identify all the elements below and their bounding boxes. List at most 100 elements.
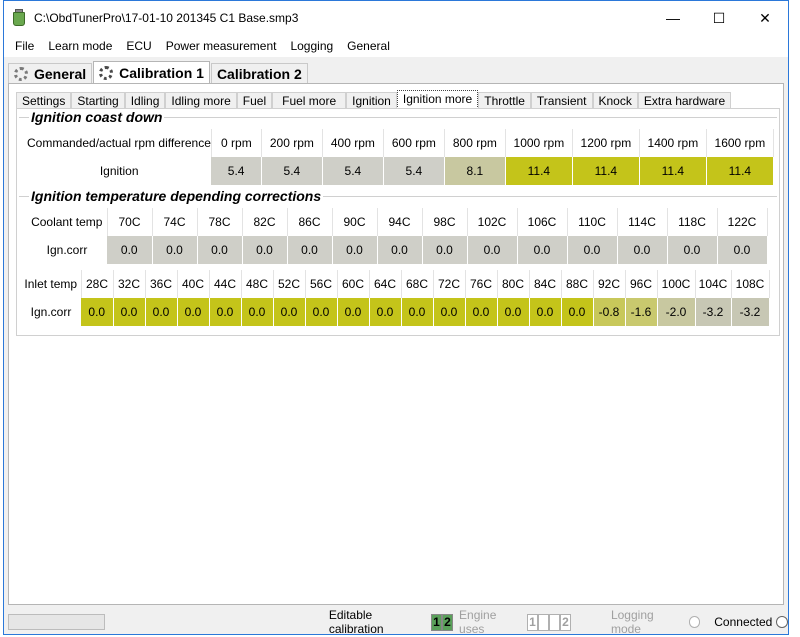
coolant-cell[interactable]: 0.0 — [617, 236, 668, 264]
coast-cell[interactable]: 11.4 — [639, 157, 707, 185]
subtab-starting[interactable]: Starting — [71, 92, 125, 109]
connected-radio[interactable] — [776, 616, 788, 628]
calibration-panel: Settings Starting Idling Idling more Fue… — [8, 83, 784, 605]
coast-value-row: Ignition 5.4 5.4 5.4 5.4 8.1 11.4 11.4 1… — [27, 157, 774, 185]
subtab-idling[interactable]: Idling — [124, 92, 166, 109]
engine-uses-indicator: 1 2 — [526, 613, 571, 631]
subtab-idling-more[interactable]: Idling more — [165, 92, 237, 109]
gear-icon — [99, 66, 114, 80]
subtab-throttle[interactable]: Throttle — [478, 92, 531, 109]
tab-calibration-2[interactable]: Calibration 2 — [210, 63, 308, 83]
inlet-cell[interactable]: 0.0 — [337, 298, 370, 326]
inlet-col-header: 80C — [497, 270, 530, 298]
subtab-fuel-more[interactable]: Fuel more — [272, 92, 347, 109]
inlet-col-header: 40C — [177, 270, 210, 298]
coolant-cell[interactable]: 0.0 — [332, 236, 378, 264]
coast-cell[interactable]: 11.4 — [706, 157, 774, 185]
inlet-cell[interactable]: -3.2 — [731, 298, 770, 326]
inlet-cell[interactable]: 0.0 — [465, 298, 498, 326]
engine-uses-label: Engine uses — [459, 608, 497, 636]
coast-cell[interactable]: 5.4 — [261, 157, 323, 185]
gear-icon — [14, 66, 28, 81]
inlet-cell[interactable]: -3.2 — [695, 298, 732, 326]
inlet-cell[interactable]: 0.0 — [401, 298, 434, 326]
inlet-cell[interactable]: -2.0 — [657, 298, 696, 326]
coast-cell[interactable]: 11.4 — [572, 157, 640, 185]
menu-learn-mode[interactable]: Learn mode — [41, 39, 119, 53]
inlet-cell[interactable]: 0.0 — [177, 298, 210, 326]
inlet-cell[interactable]: 0.0 — [369, 298, 402, 326]
inlet-cell[interactable]: 0.0 — [145, 298, 178, 326]
inlet-cell[interactable]: 0.0 — [433, 298, 466, 326]
logging-mode-radio[interactable] — [688, 616, 701, 628]
coolant-col-header: 94C — [377, 208, 423, 236]
menu-general[interactable]: General — [340, 39, 397, 53]
coast-cell[interactable]: 5.4 — [322, 157, 384, 185]
inlet-cell[interactable]: 0.0 — [529, 298, 562, 326]
coast-cell[interactable]: 5.4 — [383, 157, 445, 185]
inlet-cell[interactable]: -0.8 — [593, 298, 626, 326]
subtab-transient[interactable]: Transient — [530, 92, 593, 109]
subtab-extra-hardware[interactable]: Extra hardware — [637, 92, 732, 109]
tab-calibration-1[interactable]: Calibration 1 — [93, 61, 210, 84]
coast-col-header: 800 rpm — [444, 129, 506, 157]
menu-logging[interactable]: Logging — [283, 39, 340, 53]
inlet-cell[interactable]: 0.0 — [113, 298, 146, 326]
inlet-col-header: 56C — [305, 270, 338, 298]
inlet-cell[interactable]: 0.0 — [209, 298, 242, 326]
coolant-cell[interactable]: 0.0 — [567, 236, 618, 264]
tab-calibration-2-label: Calibration 2 — [216, 65, 302, 82]
inlet-cell[interactable]: 0.0 — [273, 298, 306, 326]
inlet-col-header: 108C — [731, 270, 770, 298]
minimize-icon[interactable]: — — [650, 1, 696, 35]
inlet-cell[interactable]: 0.0 — [241, 298, 274, 326]
coast-col-header: 600 rpm — [383, 129, 445, 157]
menu-ecu[interactable]: ECU — [119, 39, 158, 53]
inlet-cell[interactable]: -1.6 — [625, 298, 658, 326]
inlet-cell[interactable]: 0.0 — [305, 298, 338, 326]
inlet-cell[interactable]: 0.0 — [81, 298, 114, 326]
coolant-cell[interactable]: 0.0 — [517, 236, 568, 264]
coolant-cell[interactable]: 0.0 — [287, 236, 333, 264]
coolant-col-header: 74C — [152, 208, 198, 236]
inlet-cell[interactable]: 0.0 — [561, 298, 594, 326]
editable-calibration-indicator: 1 2 — [431, 613, 454, 631]
coast-col-header: 1400 rpm — [639, 129, 707, 157]
coolant-cell[interactable]: 0.0 — [377, 236, 423, 264]
coolant-col-header: 106C — [517, 208, 568, 236]
coolant-cell[interactable]: 0.0 — [422, 236, 468, 264]
menu-power-measurement[interactable]: Power measurement — [159, 39, 284, 53]
coolant-cell[interactable]: 0.0 — [667, 236, 718, 264]
maximize-icon[interactable]: ☐ — [696, 1, 742, 35]
close-icon[interactable]: ✕ — [742, 1, 788, 35]
subtab-ignition-more[interactable]: Ignition more — [396, 90, 479, 109]
inlet-cell[interactable]: 0.0 — [497, 298, 530, 326]
coolant-cell[interactable]: 0.0 — [467, 236, 518, 264]
connected-label: Connected — [714, 615, 773, 629]
editable-calibration-1[interactable]: 1 — [431, 613, 443, 631]
tab-general[interactable]: General — [8, 63, 93, 83]
main-tabs: General Calibration 1 Calibration 2 — [8, 59, 309, 84]
editable-calibration-2[interactable]: 2 — [442, 613, 454, 631]
coolant-cell[interactable]: 0.0 — [107, 236, 153, 264]
coast-header-row: Commanded/actual rpm difference 0 rpm 20… — [27, 129, 774, 157]
coolant-cell[interactable]: 0.0 — [717, 236, 768, 264]
coast-group-title: Ignition coast down — [29, 109, 165, 125]
subtab-settings[interactable]: Settings — [16, 92, 72, 109]
inlet-col-header: 68C — [401, 270, 434, 298]
coolant-col-header: 70C — [107, 208, 153, 236]
menu-file[interactable]: File — [8, 39, 41, 53]
coolant-cell[interactable]: 0.0 — [242, 236, 288, 264]
subtab-fuel[interactable]: Fuel — [236, 92, 273, 109]
coolant-cell[interactable]: 0.0 — [152, 236, 198, 264]
coast-cell[interactable]: 5.4 — [211, 157, 262, 185]
inlet-col-header: 84C — [529, 270, 562, 298]
subtab-ignition[interactable]: Ignition — [346, 92, 397, 109]
coast-cell[interactable]: 11.4 — [505, 157, 573, 185]
subtab-knock[interactable]: Knock — [592, 92, 638, 109]
coolant-cell[interactable]: 0.0 — [197, 236, 243, 264]
inlet-col-header: 100C — [657, 270, 696, 298]
inlet-col-header: 64C — [369, 270, 402, 298]
coast-cell[interactable]: 8.1 — [444, 157, 506, 185]
inlet-row-label: Ign.corr — [21, 298, 81, 326]
